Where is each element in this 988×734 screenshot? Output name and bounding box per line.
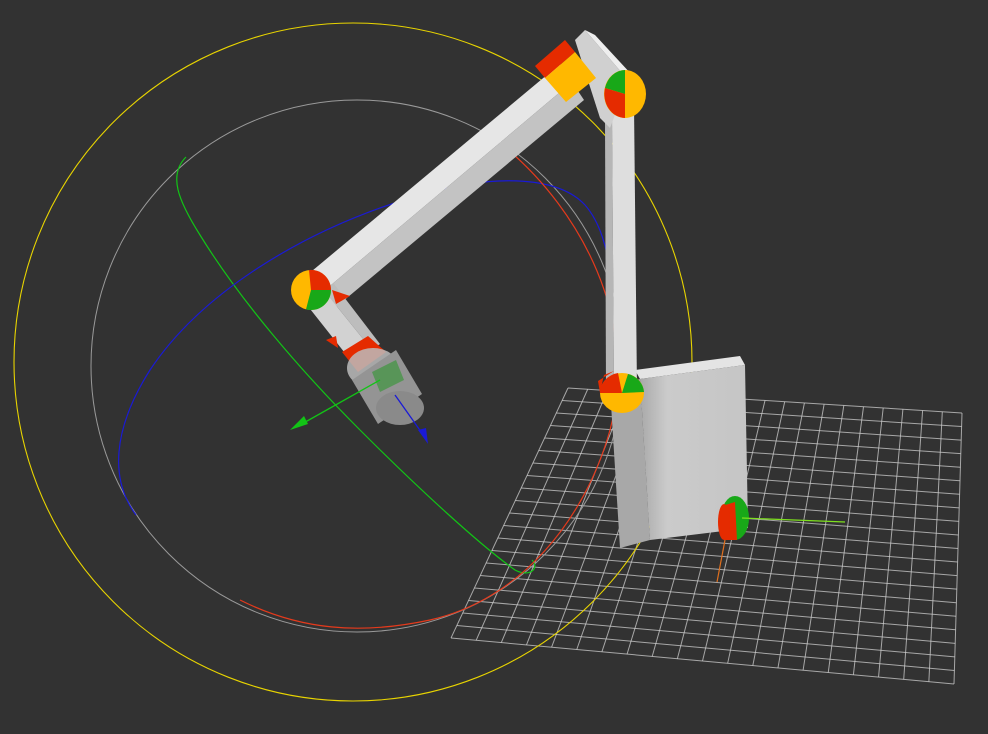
base-x-axis [741, 517, 846, 523]
translate-y-arrow[interactable] [290, 379, 381, 430]
grid-line [450, 637, 955, 685]
scene-canvas[interactable] [0, 0, 988, 734]
3d-viewport[interactable] [0, 0, 988, 734]
grid-line [468, 600, 956, 644]
grid-line [456, 625, 955, 671]
base-z-axis [716, 539, 726, 583]
joint-wrist-1[interactable] [291, 269, 332, 311]
joint-elbow[interactable] [604, 70, 646, 118]
robot-link-upper-vertical[interactable] [605, 105, 637, 390]
joint-wrist-marker-2 [326, 336, 338, 348]
robot-link-forearm[interactable] [306, 64, 584, 312]
grid-line [462, 612, 955, 658]
joint-shoulder[interactable] [598, 371, 644, 413]
end-effector-cylinder[interactable] [347, 348, 424, 425]
